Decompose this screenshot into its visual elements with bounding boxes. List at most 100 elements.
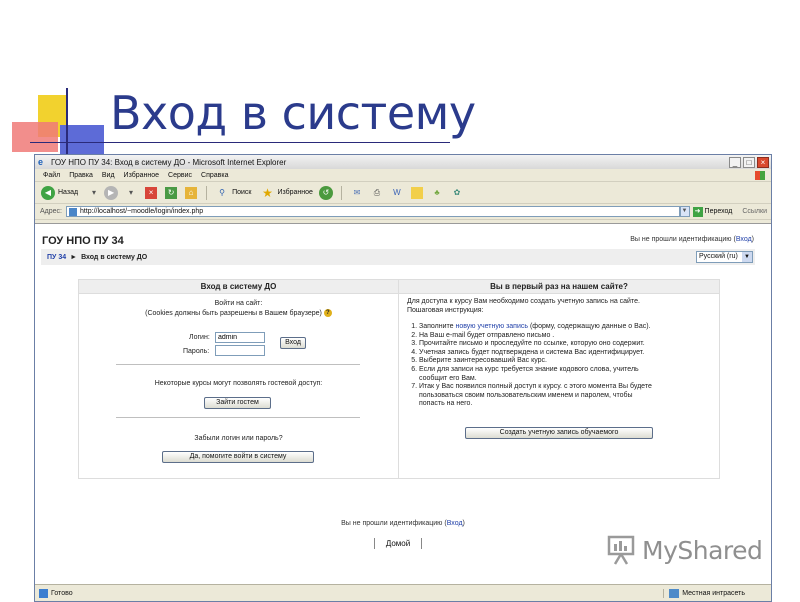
guest-login-button[interactable]: Зайти гостем bbox=[204, 397, 271, 409]
username-input[interactable] bbox=[215, 332, 265, 343]
windows-flag-icon bbox=[755, 170, 765, 180]
forward-dropdown-icon[interactable]: ▾ bbox=[125, 187, 137, 199]
login-link-bottom[interactable]: Вход bbox=[447, 520, 463, 527]
login-status-text: Вы не прошли идентификацию ( bbox=[630, 236, 736, 243]
signup-step: Итак у Вас появился полный доступ к курс… bbox=[419, 383, 707, 409]
decor-vertical-line bbox=[66, 88, 68, 160]
decor-red-square bbox=[12, 122, 58, 152]
forgot-password-button[interactable]: Да, помогите войти в систему bbox=[162, 451, 314, 463]
login-status-close-bottom: ) bbox=[462, 520, 465, 527]
login-button[interactable]: Вход bbox=[280, 337, 306, 349]
page-icon bbox=[68, 207, 77, 216]
signup-heading: Вы в первый раз на нашем сайте? bbox=[399, 280, 719, 294]
browser-toolbar: ◀ Назад ▾ ▶ ▾ × ↻ ⌂ ⚲ Поиск ★ Избранное … bbox=[35, 182, 771, 204]
address-bar: Адрес: http://localhost/~moodle/login/in… bbox=[35, 204, 771, 220]
breadcrumb-separator-icon: ► bbox=[70, 253, 78, 261]
address-input[interactable]: http://localhost/~moodle/login/index.php bbox=[65, 206, 680, 217]
login-status-bottom: Вы не прошли идентификацию (Вход) bbox=[35, 520, 771, 527]
watermark-logo: MyShared bbox=[607, 534, 763, 566]
menu-tools[interactable]: Сервис bbox=[168, 172, 192, 179]
decor-horizontal-line bbox=[30, 142, 450, 143]
step6-line1: Если для записи на курс требуется знание… bbox=[419, 365, 639, 373]
zone-label: Местная интрасеть bbox=[682, 589, 745, 597]
search-icon[interactable]: ⚲ bbox=[216, 187, 228, 199]
home-button[interactable]: Домой bbox=[374, 538, 422, 549]
status-text: Готово bbox=[51, 589, 73, 597]
login-heading: Вход в систему ДО bbox=[79, 280, 398, 294]
language-value: Русский (ru) bbox=[699, 253, 738, 260]
address-url[interactable]: http://localhost/~moodle/login/index.php bbox=[80, 208, 203, 215]
minimize-button[interactable]: _ bbox=[729, 156, 741, 168]
language-select[interactable]: Русский (ru) ▼ bbox=[696, 251, 753, 263]
signup-step: Заполните новую учетную запись (форму, с… bbox=[419, 323, 707, 332]
home-icon[interactable]: ⌂ bbox=[185, 186, 198, 199]
cookies-note: (Cookies должны быть разрешены в Вашем б… bbox=[145, 309, 322, 317]
step7-line3: попасть на него. bbox=[419, 400, 473, 408]
dropdown-arrow-icon[interactable]: ▾ bbox=[88, 187, 100, 199]
signup-intro-1: Для доступа к курсу Вам необходимо созда… bbox=[407, 298, 640, 305]
guest-text: Некоторые курсы могут позволять гостевой… bbox=[154, 380, 323, 387]
menu-favorites[interactable]: Избранное bbox=[124, 172, 159, 179]
research-icon[interactable]: ♣ bbox=[431, 187, 443, 199]
mail-icon[interactable]: ✉ bbox=[351, 187, 363, 199]
favorites-star-icon[interactable]: ★ bbox=[261, 186, 273, 200]
step7-line1: Итак у Вас появился полный доступ к курс… bbox=[419, 383, 652, 391]
login-intro-1: Войти на сайт: bbox=[214, 300, 263, 307]
myshared-logo-icon bbox=[607, 535, 635, 565]
back-arrow-icon[interactable]: ◀ bbox=[41, 185, 55, 200]
signup-steps: Заполните новую учетную запись (форму, с… bbox=[407, 323, 707, 409]
menu-view[interactable]: Вид bbox=[102, 172, 115, 179]
menu-file[interactable]: Файл bbox=[43, 172, 60, 179]
help-icon[interactable]: ? bbox=[323, 309, 332, 317]
divider-2 bbox=[116, 417, 360, 418]
window-titlebar: e ГОУ НПО ПУ 34: Вход в систему ДО - Mic… bbox=[35, 155, 771, 169]
site-name: ГОУ НПО ПУ 34 bbox=[42, 235, 124, 247]
breadcrumb-current: Вход в систему ДО bbox=[81, 253, 148, 261]
messenger-icon[interactable]: ✿ bbox=[451, 187, 463, 199]
favorites-button-label[interactable]: Избранное bbox=[277, 189, 312, 196]
search-button-label[interactable]: Поиск bbox=[232, 189, 251, 196]
menu-edit[interactable]: Правка bbox=[69, 172, 93, 179]
login-intro-2: (Cookies должны быть разрешены в Вашем б… bbox=[79, 309, 398, 317]
divider bbox=[116, 364, 360, 365]
maximize-button[interactable]: □ bbox=[743, 156, 755, 168]
slide-title: Вход в систему bbox=[110, 86, 476, 140]
page-viewport: ГОУ НПО ПУ 34 Вы не прошли идентификацию… bbox=[35, 223, 771, 585]
ie-logo-icon: e bbox=[38, 157, 44, 167]
signup-step: Выберите заинтересовавший Вас курс. bbox=[419, 357, 707, 366]
go-arrow-icon: ➜ bbox=[692, 206, 703, 217]
menu-help[interactable]: Справка bbox=[201, 172, 228, 179]
step6-line2: сообщит его Вам. bbox=[419, 374, 477, 382]
address-label: Адрес: bbox=[40, 208, 62, 215]
edit-icon[interactable]: W bbox=[391, 187, 403, 199]
close-button[interactable]: × bbox=[757, 156, 769, 168]
print-icon[interactable]: ⎙ bbox=[371, 187, 383, 199]
back-button-label[interactable]: Назад bbox=[58, 189, 78, 196]
step7-line2: пользоваться своим пользовательским имен… bbox=[419, 391, 633, 399]
history-icon[interactable]: ↺ bbox=[318, 185, 333, 200]
login-status-text-bottom: Вы не прошли идентификацию ( bbox=[341, 520, 447, 527]
create-account-button[interactable]: Создать учетную запись обучаемого bbox=[465, 427, 653, 439]
toolbar-separator-2 bbox=[340, 185, 342, 200]
go-button[interactable]: ➜ Переход bbox=[692, 206, 733, 217]
breadcrumb-home[interactable]: ПУ 34 bbox=[47, 254, 66, 261]
toolbar-separator bbox=[206, 185, 208, 200]
stop-icon[interactable]: × bbox=[145, 186, 158, 199]
signup-step: Прочитайте письмо и проследуйте по ссылк… bbox=[419, 340, 707, 349]
login-status-close: ) bbox=[751, 236, 754, 243]
security-zone: Местная интрасеть bbox=[663, 588, 745, 598]
address-dropdown-icon[interactable]: ▼ bbox=[679, 206, 690, 217]
password-input[interactable] bbox=[215, 345, 265, 356]
forgot-text: Забыли логин или пароль? bbox=[194, 435, 283, 442]
step1-text: Заполните bbox=[419, 323, 456, 330]
signup-intro-2: Пошаговая инструкция: bbox=[407, 307, 484, 314]
links-label[interactable]: Ссылки bbox=[742, 208, 767, 215]
new-account-link[interactable]: новую учетную запись bbox=[455, 323, 528, 330]
login-link-top[interactable]: Вход bbox=[736, 236, 752, 243]
go-button-label: Переход bbox=[704, 208, 733, 215]
discuss-icon[interactable] bbox=[410, 186, 423, 199]
chevron-down-icon: ▼ bbox=[742, 252, 752, 262]
forward-arrow-icon[interactable]: ▶ bbox=[104, 185, 119, 200]
refresh-icon[interactable]: ↻ bbox=[165, 186, 178, 199]
password-label: Пароль: bbox=[183, 348, 210, 355]
